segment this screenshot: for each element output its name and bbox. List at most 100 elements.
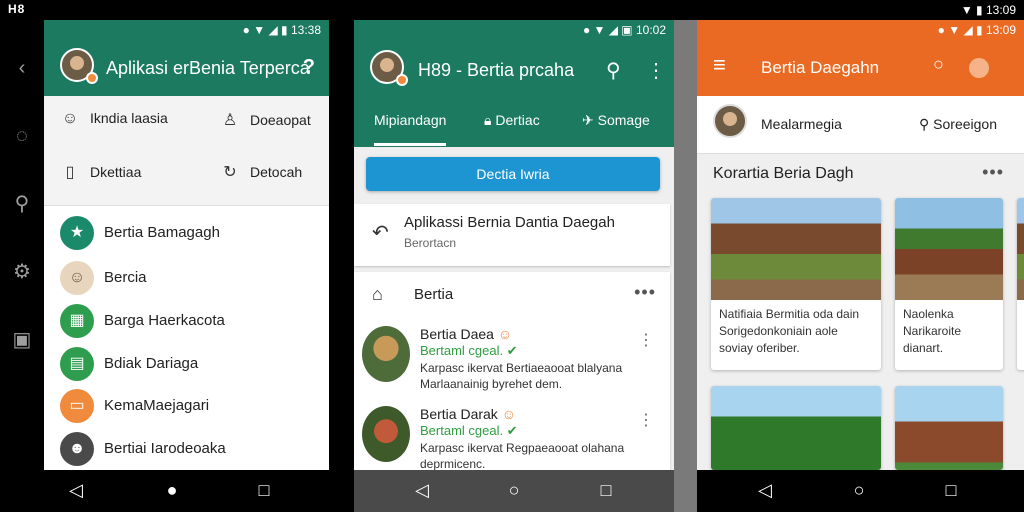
tab-dertiac[interactable]: 🔒︎ Dertiac	[484, 108, 540, 146]
nav-bar: ◁ ○ □	[697, 470, 1024, 512]
nav-home-icon[interactable]: ○	[502, 480, 526, 501]
status-time: 13:38	[290, 23, 321, 37]
screen: H8 ▼ ▮ 13:09 ‹ ◌ ⚲ ⚙ ▣ ● ▼ ◢ ▮ 13:38 Apl…	[0, 0, 1024, 512]
feed-text: Karpasc ikervat Regpaeaooat olahana depr…	[420, 441, 625, 470]
app-header: ● ▼ ◢ ▣ 10:02 H89 - Bertia prcaha ⚲ ⋮ Mi…	[354, 20, 674, 147]
briefcase-icon[interactable]: ▣	[8, 326, 36, 354]
news-card[interactable]: ↶ Aplikassi Bernia Dantia Daegah Berorta…	[354, 204, 670, 266]
feed-section: ⌂ Bertia ••• Bertia Daea ☺ Bertaml cgeal…	[354, 272, 670, 470]
nav-recents-icon[interactable]: □	[252, 480, 276, 501]
news-title: Aplikassi Bernia Dantia Daegah	[404, 214, 615, 231]
menu-icon[interactable]: ≡	[713, 52, 726, 78]
nav-back-icon[interactable]: ◁	[64, 480, 88, 501]
feed-item[interactable]: Bertia Daea ☺ Bertaml cgeal. ✔ Karpasc i…	[362, 326, 662, 402]
chat-icon[interactable]: ◌	[8, 122, 36, 150]
screen-news-feed: ● ▼ ◢ ▣ 10:02 H89 - Bertia prcaha ⚲ ⋮ Mi…	[354, 20, 674, 470]
notification-badge	[86, 72, 98, 84]
more-horiz-icon[interactable]: •••	[634, 282, 656, 303]
feed-status: Bertaml cgeal.	[420, 343, 504, 358]
card-caption: Natifiaia Bermitia oda dain Sorigedonkon…	[719, 307, 860, 355]
primary-button[interactable]: Dectia Iwria	[366, 157, 660, 191]
search-icon[interactable]: ○	[933, 54, 944, 75]
notification-badge	[396, 74, 408, 86]
app-header: ● ▼ ◢ ▮ 13:38 Aplikasi erBenia Terperca …	[44, 20, 329, 96]
menu-item-refresh[interactable]: ↻ Detocah	[220, 162, 302, 182]
app-title: Bertia Daegahn	[761, 58, 880, 77]
avatar	[362, 406, 410, 462]
feed-name: Bertia Darak	[420, 406, 498, 422]
help-icon[interactable]: ?	[303, 56, 315, 79]
person-photo-icon: ☻	[60, 432, 94, 466]
list-item[interactable]: ☺ Bercia	[60, 259, 320, 299]
avatar	[362, 326, 410, 382]
more-vert-icon[interactable]: ⋮	[638, 410, 654, 430]
list-icon: ▤	[60, 347, 94, 381]
more-horiz-icon[interactable]: •••	[982, 162, 1004, 183]
system-left-icons: H8	[8, 2, 26, 16]
pin-icon: ✈	[582, 112, 598, 128]
feed-text: Karpasc ikervat Bertiaeaooat blalyana Ma…	[420, 361, 623, 391]
profile-icon[interactable]	[969, 58, 989, 78]
nav-back-icon[interactable]: ◁	[753, 480, 777, 501]
search-link[interactable]: ⚲ Soreeigon	[919, 116, 997, 133]
nav-home-icon[interactable]: ○	[847, 480, 871, 501]
nav-recents-icon[interactable]: □	[939, 480, 963, 501]
gear-icon[interactable]: ⚙	[8, 258, 36, 286]
house-photo	[895, 386, 1003, 470]
section-title: Korartia Beria Dagh	[713, 165, 854, 182]
left-rail: ‹ ◌ ⚲ ⚙ ▣	[0, 20, 44, 470]
house-photo	[895, 198, 1003, 300]
tab-somage[interactable]: ✈ Somage	[582, 108, 650, 146]
list-item[interactable]: ☻ Bertiai Iarodeoaka	[60, 430, 320, 470]
list-item[interactable]: ▦ Barga Haerkacota	[60, 302, 320, 342]
verified-icon: ✔	[506, 343, 518, 358]
village-photo	[711, 198, 881, 300]
menu-item-account[interactable]: ♙ Doeaopat	[220, 110, 311, 130]
star-icon: ★	[60, 216, 94, 250]
nav-recents-icon[interactable]: □	[594, 480, 618, 501]
person-outline-icon: ♙	[222, 112, 238, 129]
feed-name: Bertia Daea	[420, 326, 494, 342]
screen-app-menu: ● ▼ ◢ ▮ 13:38 Aplikasi erBenia Terperca …	[44, 20, 329, 470]
face-icon: ☺	[60, 261, 94, 295]
more-vert-icon[interactable]: ⋮	[646, 58, 666, 83]
card-icon: ▭	[60, 389, 94, 423]
more-vert-icon[interactable]: ⋮	[638, 330, 654, 350]
status-time: 10:02	[635, 23, 666, 37]
menu-item-tablet[interactable]: ▯ Dkettiaa	[60, 162, 142, 182]
app-header: ≡ Bertia Daegahn ○	[697, 40, 1024, 96]
emoji-icon: ☺	[501, 406, 516, 422]
tab-mipiandagn[interactable]: Mipiandagn	[374, 108, 447, 146]
nav-bar: ◁ ● □	[44, 470, 329, 512]
feed-item[interactable]: Bertia Darak ☺ Bertaml cgeal. ✔ Karpasc …	[362, 406, 662, 470]
search-icon[interactable]: ⚲	[8, 190, 36, 218]
card-caption: Naolenka Narikaroite dianart.	[903, 307, 962, 355]
nav-bar: ◁ ○ □	[354, 470, 674, 512]
list-item[interactable]: ★ Bertia Bamagagh	[60, 214, 320, 254]
avatar[interactable]	[713, 104, 747, 138]
photo-card[interactable]: Naolenka Narikaroite dianart.	[895, 198, 1003, 370]
lock-icon: 🔒︎	[484, 112, 496, 128]
nav-back-icon[interactable]: ◁	[410, 480, 434, 501]
profile-name: Mealarmegia	[761, 116, 842, 132]
emoji-icon: ☺	[497, 326, 513, 342]
menu-item-profile[interactable]: ☺ Ikndia laasia	[60, 110, 168, 128]
photo-card[interactable]	[1017, 198, 1024, 370]
share-arrow-icon[interactable]: ↶	[372, 220, 389, 245]
photo-card[interactable]: Natifiaia Bermitia oda dain Sorigedonkon…	[711, 198, 881, 370]
tab-bar: Mipiandagn 🔒︎ Dertiac ✈ Somage	[354, 108, 674, 146]
status-time: 13:09	[985, 23, 1016, 37]
quick-menu: ☺ Ikndia laasia ♙ Doeaopat ▯ Dkettiaa ↻ Deto…	[44, 96, 329, 206]
search-icon: ⚲	[919, 116, 934, 132]
feed-status: Bertaml cgeal.	[420, 423, 504, 438]
photo-card[interactable]	[895, 386, 1003, 470]
search-icon[interactable]: ⚲	[606, 58, 621, 83]
list-item[interactable]: ▭ KemaMaejagari	[60, 387, 320, 427]
photo-card[interactable]	[711, 386, 881, 470]
list-item[interactable]: ▤ Bdiak Dariaga	[60, 345, 320, 385]
nav-home-icon[interactable]: ●	[160, 480, 184, 501]
home-icon: ⌂	[372, 284, 383, 304]
forest-photo	[711, 386, 881, 470]
back-icon[interactable]: ‹	[8, 54, 36, 82]
section-title: Bertia	[414, 286, 454, 303]
